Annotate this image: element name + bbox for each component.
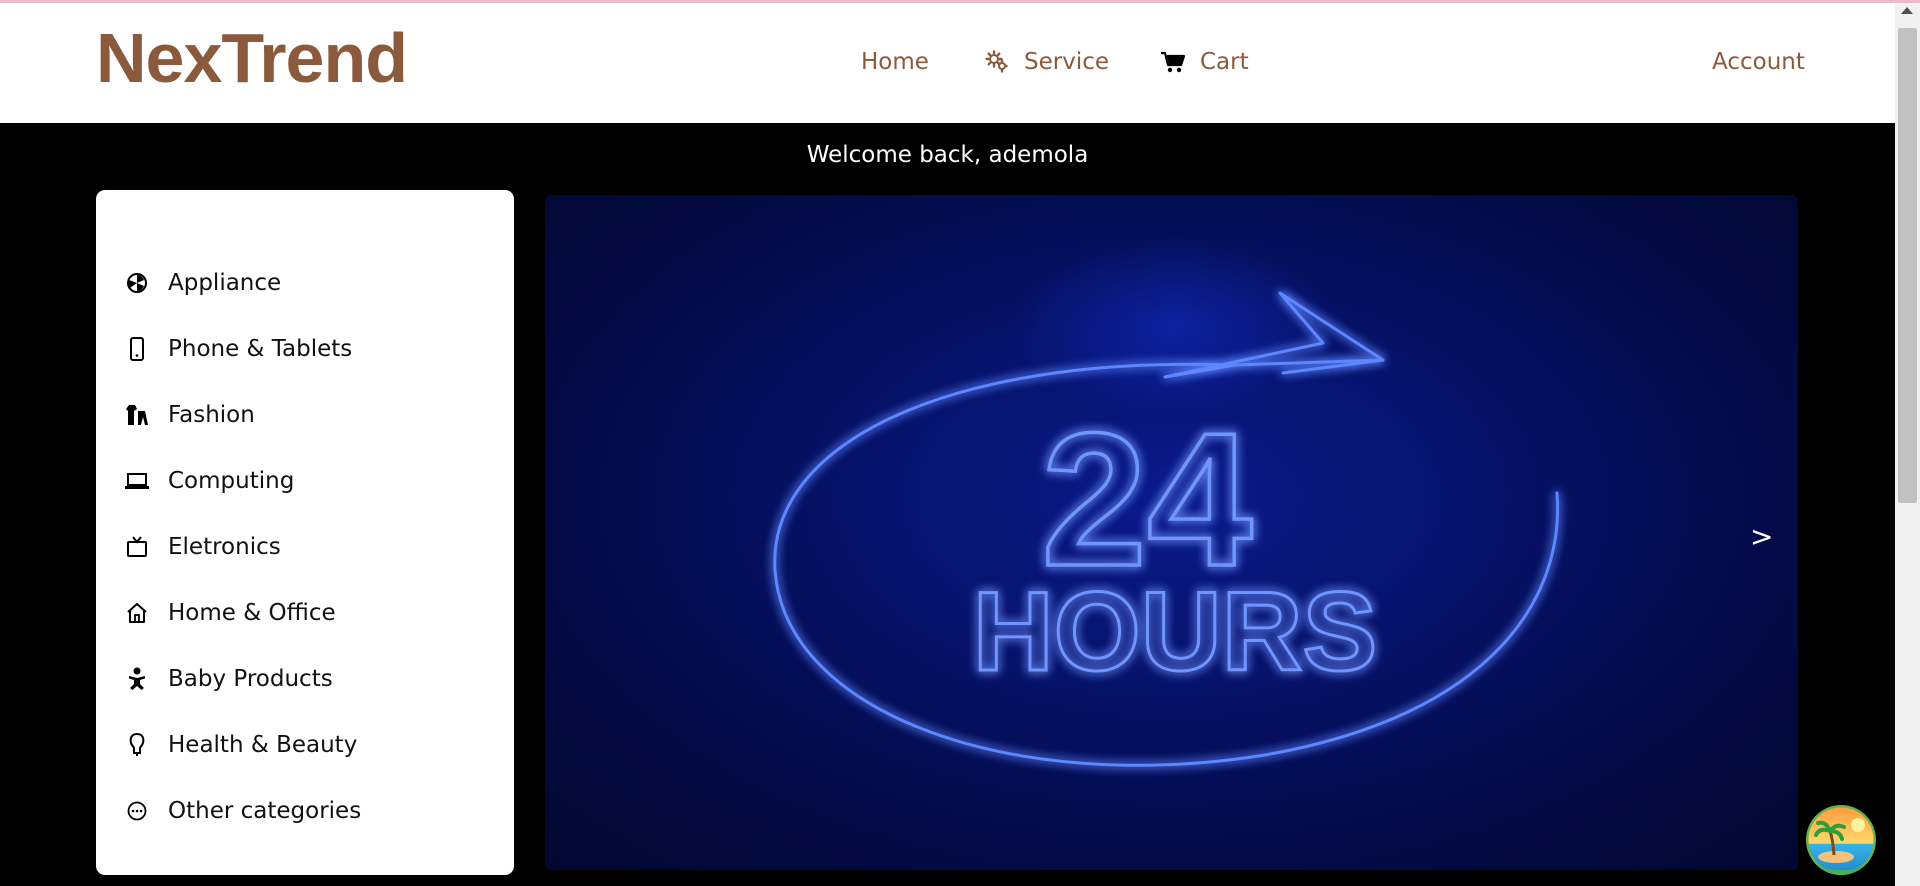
- more-icon: [124, 798, 150, 824]
- floating-app-button[interactable]: [1806, 805, 1876, 875]
- scrollbar-thumb[interactable]: [1898, 28, 1917, 503]
- welcome-message: Welcome back, ademola: [806, 142, 1089, 168]
- scroll-up-arrow-icon[interactable]: [1901, 7, 1913, 14]
- banner-line-2: HOURS: [973, 569, 1377, 694]
- gears-icon: [984, 49, 1010, 75]
- category-item-computing[interactable]: Computing: [124, 448, 361, 514]
- neon-24-hours-image: 24 HOURS: [773, 235, 1560, 767]
- nav-account[interactable]: Account: [1712, 49, 1805, 75]
- nav-service[interactable]: Service: [984, 49, 1109, 75]
- category-sidebar: Appliance Phone & Tablets Fashion Comput…: [96, 190, 514, 875]
- category-item-appliance[interactable]: Appliance: [124, 250, 361, 316]
- carousel-next-button[interactable]: >: [1750, 520, 1773, 553]
- category-item-baby-products[interactable]: Baby Products: [124, 646, 361, 712]
- cart-icon: [1160, 49, 1186, 75]
- nav-home[interactable]: Home: [861, 49, 929, 75]
- nav-home-label: Home: [861, 49, 929, 75]
- phone-icon: [124, 336, 150, 362]
- baby-icon: [124, 666, 150, 692]
- nav-account-label: Account: [1712, 49, 1805, 75]
- navbar: NexTrend Home Service Cart Account: [0, 3, 1895, 123]
- category-item-electronics[interactable]: Eletronics: [124, 514, 361, 580]
- banner-text: 24 HOURS: [971, 392, 1378, 695]
- category-item-fashion[interactable]: Fashion: [124, 382, 361, 448]
- nav-service-label: Service: [1024, 49, 1110, 75]
- appliance-icon: [124, 270, 150, 296]
- fashion-icon: [124, 402, 150, 428]
- hero-banner[interactable]: 24 HOURS: [545, 195, 1798, 870]
- nav-cart-label: Cart: [1200, 49, 1249, 75]
- brand-logo[interactable]: NexTrend: [96, 23, 408, 93]
- laptop-icon: [124, 468, 150, 494]
- category-item-phone-tablets[interactable]: Phone & Tablets: [124, 316, 361, 382]
- category-item-home-office[interactable]: Home & Office: [124, 580, 361, 646]
- nav-cart[interactable]: Cart: [1160, 49, 1249, 75]
- house-icon: [124, 600, 150, 626]
- beach-island-icon: [1806, 805, 1876, 875]
- tv-icon: [124, 534, 150, 560]
- category-list: Appliance Phone & Tablets Fashion Comput…: [124, 250, 361, 844]
- category-item-health-beauty[interactable]: Health & Beauty: [124, 712, 361, 778]
- health-icon: [124, 732, 150, 758]
- category-item-other[interactable]: Other categories: [124, 778, 361, 844]
